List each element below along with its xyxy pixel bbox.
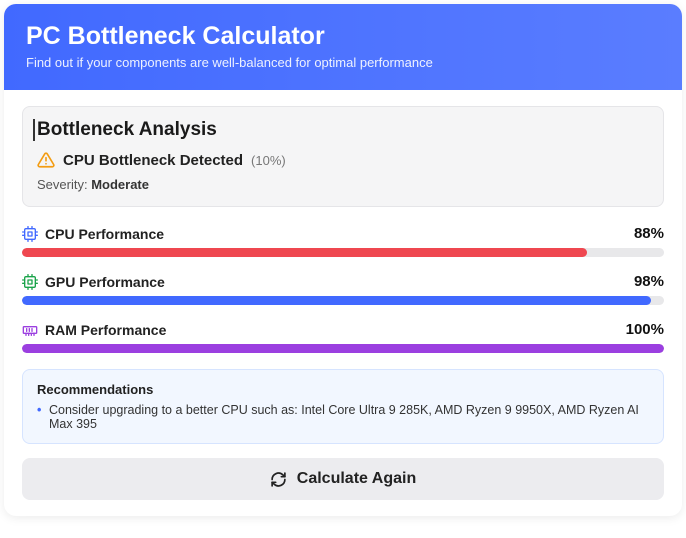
severity-row: Severity: Moderate	[37, 177, 649, 192]
recs-heading: Recommendations	[37, 382, 649, 397]
gpu-icon	[22, 274, 38, 290]
detection-pct: (10%)	[251, 153, 286, 168]
gpu-bar-track	[22, 296, 664, 305]
cpu-bar-track	[22, 248, 664, 257]
body: Bottleneck Analysis CPU Bottleneck Detec…	[4, 90, 682, 516]
page-subtitle: Find out if your components are well-bal…	[26, 55, 660, 70]
detection-row: CPU Bottleneck Detected (10%)	[37, 151, 649, 169]
recs-item: Consider upgrading to a better CPU such …	[37, 403, 649, 431]
cpu-icon	[22, 226, 38, 242]
cpu-perf-row: CPU Performance 88%	[22, 225, 664, 257]
refresh-icon	[270, 471, 287, 488]
ram-perf-row: RAM Performance 100%	[22, 321, 664, 353]
recs-list: Consider upgrading to a better CPU such …	[37, 403, 649, 431]
analysis-panel: Bottleneck Analysis CPU Bottleneck Detec…	[22, 106, 664, 207]
gpu-perf-row: GPU Performance 98%	[22, 273, 664, 305]
gpu-perf-label: GPU Performance	[45, 274, 165, 290]
page-title: PC Bottleneck Calculator	[26, 22, 660, 51]
gpu-bar-fill	[22, 296, 651, 305]
calc-button-label: Calculate Again	[297, 470, 416, 488]
severity-value: Moderate	[91, 177, 149, 192]
gpu-perf-value: 98%	[634, 273, 664, 290]
analysis-heading: Bottleneck Analysis	[33, 119, 649, 141]
cpu-bar-fill	[22, 248, 587, 257]
cpu-perf-value: 88%	[634, 225, 664, 242]
recommendations-panel: Recommendations Consider upgrading to a …	[22, 369, 664, 444]
detection-label: CPU Bottleneck Detected	[63, 152, 243, 169]
ram-perf-label: RAM Performance	[45, 322, 166, 338]
warning-icon	[37, 151, 55, 169]
calculator-card: PC Bottleneck Calculator Find out if you…	[4, 4, 682, 516]
calculate-again-button[interactable]: Calculate Again	[22, 458, 664, 500]
ram-perf-value: 100%	[626, 321, 664, 338]
severity-label: Severity:	[37, 177, 88, 192]
header: PC Bottleneck Calculator Find out if you…	[4, 4, 682, 90]
ram-bar-track	[22, 344, 664, 353]
cpu-perf-label: CPU Performance	[45, 226, 164, 242]
ram-bar-fill	[22, 344, 664, 353]
ram-icon	[22, 322, 38, 338]
